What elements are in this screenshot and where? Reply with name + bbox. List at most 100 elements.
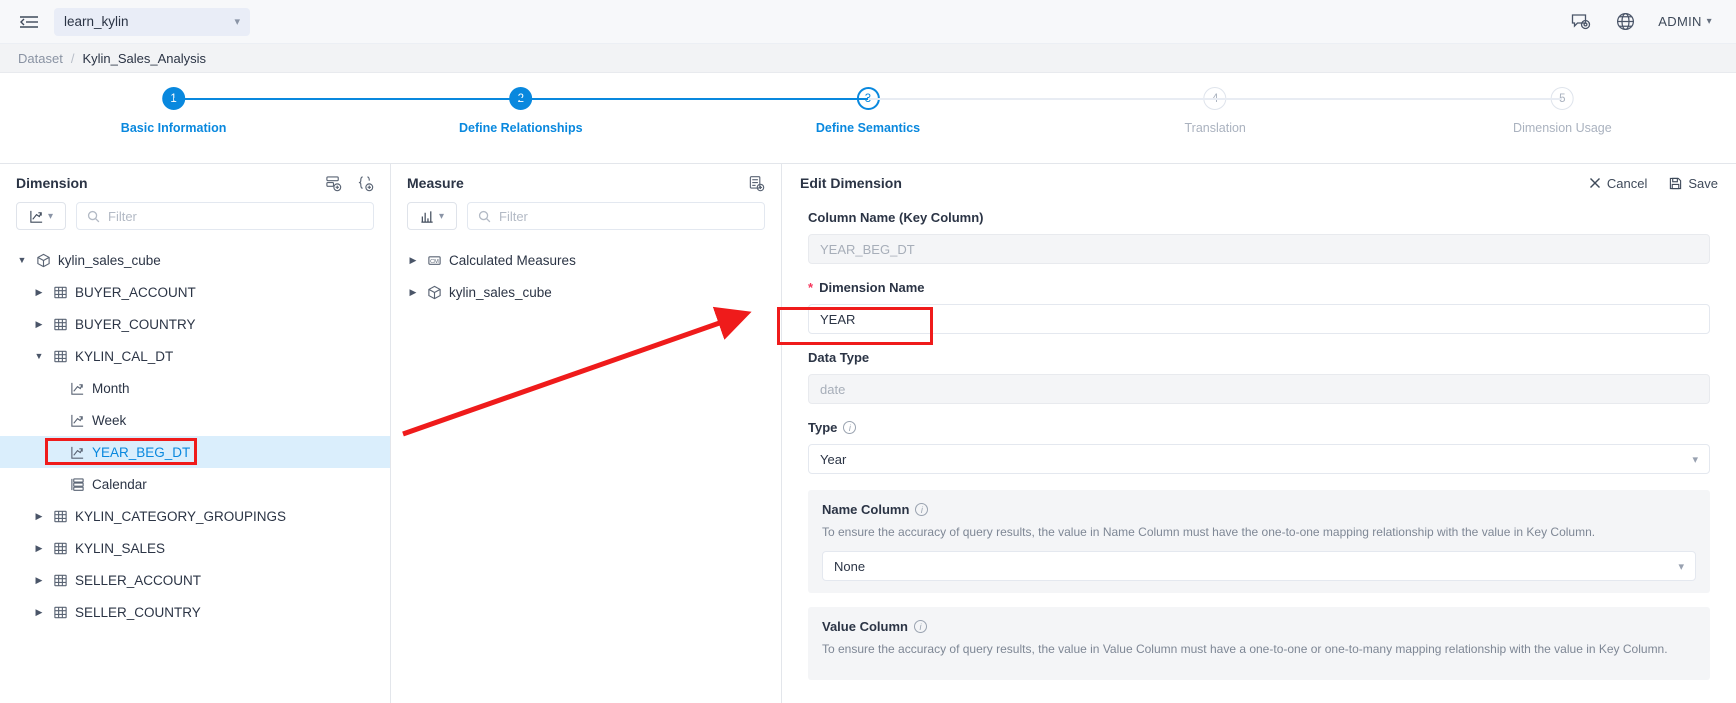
system-monitor-icon[interactable] bbox=[1570, 11, 1592, 33]
tree-node-label: SELLER_COUNTRY bbox=[75, 605, 201, 620]
chevron-right-icon[interactable]: ▶ bbox=[33, 607, 45, 618]
tree-node[interactable]: ▶ SELLER_COUNTRY bbox=[0, 596, 390, 628]
stepper-step-3[interactable]: 3Define Semantics bbox=[816, 87, 920, 135]
stepper-step-5[interactable]: 5Dimension Usage bbox=[1513, 87, 1612, 135]
chevron-right-icon[interactable]: ▶ bbox=[407, 255, 419, 266]
close-icon bbox=[1589, 177, 1601, 189]
breadcrumb-parent[interactable]: Dataset bbox=[18, 51, 63, 66]
measure-search-input[interactable]: Filter bbox=[467, 202, 765, 230]
tree-node[interactable]: ▶KYLIN_SALES bbox=[0, 532, 390, 564]
field-name-column: Name Column i To ensure the accuracy of … bbox=[808, 490, 1710, 593]
tree-node-label: BUYER_ACCOUNT bbox=[75, 285, 196, 300]
save-label: Save bbox=[1688, 176, 1718, 191]
info-icon[interactable]: i bbox=[915, 503, 928, 516]
chevron-right-icon[interactable]: ▶ bbox=[33, 575, 45, 586]
breadcrumb-separator: / bbox=[71, 51, 75, 66]
stepper-label: Basic Information bbox=[121, 121, 227, 135]
measure-type-filter[interactable]: ▾ bbox=[407, 202, 457, 230]
globe-icon[interactable] bbox=[1614, 11, 1636, 33]
edit-dimension-form: Column Name (Key Column) YEAR_BEG_DT * D… bbox=[782, 202, 1736, 680]
measure-panel: Measure ▾ bbox=[391, 164, 782, 703]
name-column-select[interactable]: None ▾ bbox=[822, 551, 1696, 581]
hierarchy-icon bbox=[69, 476, 85, 492]
tree-node[interactable]: ▶BUYER_COUNTRY bbox=[0, 308, 390, 340]
edit-panel-title: Edit Dimension bbox=[800, 175, 902, 191]
tree-node[interactable]: ▶ kylin_sales_cube bbox=[391, 276, 781, 308]
tree-node-label: Calendar bbox=[92, 477, 147, 492]
column-name-value: YEAR_BEG_DT bbox=[820, 242, 915, 257]
table-icon bbox=[52, 348, 68, 364]
breadcrumb: Dataset / Kylin_Sales_Analysis bbox=[0, 44, 1736, 73]
tree-node-label: KYLIN_CATEGORY_GROUPINGS bbox=[75, 509, 286, 524]
stepper-step-1[interactable]: 1Basic Information bbox=[121, 87, 227, 135]
field-value-column: Value Column i To ensure the accuracy of… bbox=[808, 607, 1710, 680]
stepper-connector bbox=[1215, 98, 1562, 100]
chevron-right-icon[interactable]: ▶ bbox=[33, 287, 45, 298]
add-expression-icon[interactable] bbox=[356, 174, 374, 192]
tree-node[interactable]: ▶YEAR_BEG_DT bbox=[0, 436, 390, 468]
dimension-search-input[interactable]: Filter bbox=[76, 202, 374, 230]
chevron-right-icon[interactable]: ▶ bbox=[33, 511, 45, 522]
project-selector[interactable]: learn_kylin ▾ bbox=[54, 8, 250, 36]
chevron-right-icon[interactable]: ▶ bbox=[407, 287, 419, 298]
measure-tree: ▶CMCalculated Measures▶kylin_sales_cube bbox=[391, 244, 781, 308]
cube-icon bbox=[426, 284, 442, 300]
chevron-down-icon: ▾ bbox=[1692, 453, 1698, 466]
tree-node-label: kylin_sales_cube bbox=[449, 285, 552, 300]
tree-node[interactable]: ▼ kylin_sales_cube bbox=[0, 244, 390, 276]
tree-node[interactable]: ▶Calendar bbox=[0, 468, 390, 500]
value-column-hint: To ensure the accuracy of query results,… bbox=[822, 640, 1696, 658]
tree-node[interactable]: ▶CMCalculated Measures bbox=[391, 244, 781, 276]
type-select[interactable]: Year ▾ bbox=[808, 444, 1710, 474]
save-disk-icon bbox=[1669, 177, 1682, 190]
chevron-down-icon[interactable]: ▼ bbox=[33, 351, 45, 361]
cancel-button[interactable]: Cancel bbox=[1589, 176, 1647, 191]
table-icon bbox=[52, 540, 68, 556]
save-button[interactable]: Save bbox=[1669, 176, 1718, 191]
tree-node[interactable]: ▶Week bbox=[0, 404, 390, 436]
dimension-name-input[interactable]: YEAR bbox=[808, 304, 1710, 334]
table-icon bbox=[52, 316, 68, 332]
name-column-value: None bbox=[834, 559, 865, 574]
tree-node-label: KYLIN_CAL_DT bbox=[75, 349, 173, 364]
stepper-label: Define Semantics bbox=[816, 121, 920, 135]
table-icon bbox=[52, 284, 68, 300]
tree-node[interactable]: ▶ BUYER_ACCOUNT bbox=[0, 276, 390, 308]
hamburger-collapse-icon[interactable] bbox=[18, 11, 40, 33]
measure-search-placeholder: Filter bbox=[499, 209, 528, 224]
info-icon[interactable]: i bbox=[914, 620, 927, 633]
dimension-icon bbox=[69, 380, 85, 396]
table-icon bbox=[52, 572, 68, 588]
tree-node[interactable]: ▶SELLER_ACCOUNT bbox=[0, 564, 390, 596]
stepper-step-4[interactable]: 4Translation bbox=[1185, 87, 1246, 135]
chevron-right-icon[interactable]: ▶ bbox=[33, 543, 45, 554]
column-name-input: YEAR_BEG_DT bbox=[808, 234, 1710, 264]
stepper-step-2[interactable]: 2Define Relationships bbox=[459, 87, 583, 135]
dimension-panel-header: Dimension bbox=[0, 164, 390, 202]
cancel-label: Cancel bbox=[1607, 176, 1647, 191]
field-type: Type i Year ▾ bbox=[808, 420, 1710, 474]
measure-panel-header: Measure bbox=[391, 164, 781, 202]
tree-node[interactable]: ▶Month bbox=[0, 372, 390, 404]
chevron-down-icon[interactable]: ▼ bbox=[16, 255, 28, 265]
add-hierarchy-icon[interactable] bbox=[324, 174, 342, 192]
tree-node-label: kylin_sales_cube bbox=[58, 253, 161, 268]
search-icon bbox=[478, 210, 491, 223]
cube-icon bbox=[35, 252, 51, 268]
add-calculated-measure-icon[interactable] bbox=[747, 174, 765, 192]
field-dimension-name: * Dimension Name YEAR bbox=[808, 280, 1710, 334]
stepper-label: Translation bbox=[1185, 121, 1246, 135]
user-menu[interactable]: ADMIN ▾ bbox=[1658, 14, 1712, 29]
info-icon[interactable]: i bbox=[843, 421, 856, 434]
dimension-type-filter[interactable]: ▾ bbox=[16, 202, 66, 230]
edit-dimension-panel: Edit Dimension Cancel Save Column bbox=[782, 164, 1736, 703]
measure-filter-row: ▾ Filter bbox=[391, 202, 781, 230]
stepper-connector bbox=[521, 98, 868, 100]
tree-node-label: Month bbox=[92, 381, 130, 396]
tree-node[interactable]: ▶ KYLIN_CATEGORY_GROUPINGS bbox=[0, 500, 390, 532]
svg-text:CM: CM bbox=[430, 258, 439, 264]
chevron-right-icon[interactable]: ▶ bbox=[33, 319, 45, 330]
search-icon bbox=[87, 210, 100, 223]
data-type-value: date bbox=[820, 382, 845, 397]
tree-node[interactable]: ▼ KYLIN_CAL_DT bbox=[0, 340, 390, 372]
